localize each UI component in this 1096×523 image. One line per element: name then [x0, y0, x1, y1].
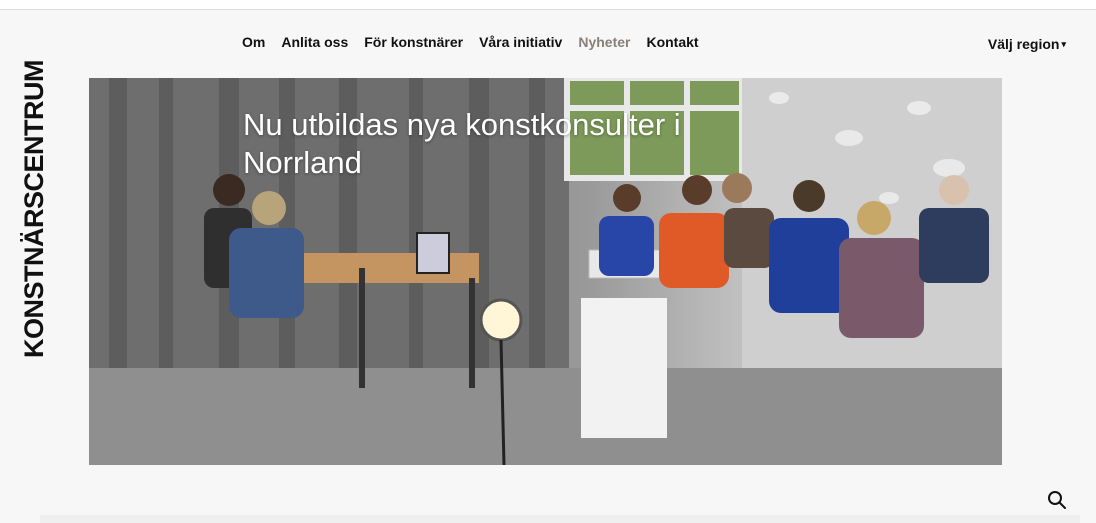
- nav-item-vara-initiativ[interactable]: Våra initiativ: [479, 34, 562, 50]
- top-border: [0, 0, 1096, 10]
- nav-item-kontakt[interactable]: Kontakt: [646, 34, 698, 50]
- hero-title[interactable]: Nu utbildas nya konstkonsulter i Norrlan…: [243, 106, 803, 182]
- nav-item-om[interactable]: Om: [242, 34, 265, 50]
- region-label: Välj region: [987, 36, 1060, 52]
- content-area-top: [40, 515, 1080, 523]
- region-selector[interactable]: Välj region ▾: [988, 36, 1066, 52]
- chevron-down-icon: ▾: [1061, 39, 1066, 49]
- nav-item-anlita-oss[interactable]: Anlita oss: [281, 34, 348, 50]
- nav-item-nyheter[interactable]: Nyheter: [578, 34, 630, 50]
- search-icon[interactable]: [1047, 490, 1067, 510]
- nav-item-for-konstnarer[interactable]: För konstnärer: [364, 34, 463, 50]
- main-nav: Om Anlita oss För konstnärer Våra initia…: [242, 34, 699, 50]
- site-logo[interactable]: KONSTNÄRSCENTRUM: [19, 60, 49, 358]
- hero-image[interactable]: Nu utbildas nya konstkonsulter i Norrlan…: [89, 78, 1002, 465]
